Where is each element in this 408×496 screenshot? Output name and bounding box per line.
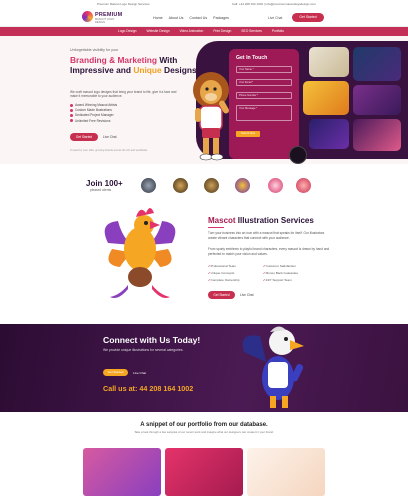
mascot-cta-button[interactable]: Get Started xyxy=(208,291,235,299)
benefit-item: 24/7 Support Team xyxy=(263,278,323,282)
portfolio-title: A snippet of our portfolio from our data… xyxy=(140,422,268,428)
category-bar: Logo Design Website Design Video Animati… xyxy=(0,27,408,36)
portfolio-card[interactable] xyxy=(247,448,325,496)
clients-count-title: Join 100+ xyxy=(86,179,123,188)
portfolio-description: Take a look through a few samples of our… xyxy=(134,430,274,434)
connect-live-chat-link[interactable]: Live Chat xyxy=(133,371,146,375)
connect-cta-button[interactable]: Get Started xyxy=(103,369,128,376)
contact-form: Get In Touch Your Name * Your Email * Ph… xyxy=(229,49,299,159)
client-logo xyxy=(296,178,311,193)
message-field[interactable]: Your Message * xyxy=(236,105,292,121)
benefit-item: Money Back Guarantee xyxy=(263,271,323,275)
nav-contact[interactable]: Contact Us xyxy=(189,16,207,20)
mascot-services-title: Mascot Illustration Services xyxy=(208,216,314,225)
hero-live-chat-link[interactable]: Live Chat xyxy=(103,135,116,139)
header-cta-button[interactable]: Get Started xyxy=(292,13,324,22)
tile-image xyxy=(309,47,349,77)
email-field[interactable]: Your Email * xyxy=(236,79,292,86)
client-logo xyxy=(204,178,219,193)
hero-cta-button[interactable]: Get Started xyxy=(70,133,98,141)
name-field[interactable]: Your Name * xyxy=(236,66,292,73)
client-logo xyxy=(268,178,283,193)
benefit-item: Professional Team xyxy=(208,264,263,268)
portfolio-section: A snippet of our portfolio from our data… xyxy=(0,412,408,496)
logo-mark-icon xyxy=(82,11,93,22)
connect-banner: Connect with Us Today! We provide unique… xyxy=(0,324,408,412)
hero-title-a: Branding & Marketing xyxy=(70,55,158,65)
hero-portfolio-tiles xyxy=(303,47,408,152)
cat-logo-design[interactable]: Logo Design xyxy=(118,29,137,33)
lion-mascot-illustration xyxy=(193,72,229,161)
top-info-bar: Premium Mascot Logo Design Services Call… xyxy=(0,0,408,7)
connect-description: We provide unique illustrations for seve… xyxy=(103,348,184,352)
header-live-chat[interactable]: Live Chat xyxy=(268,16,282,20)
client-logo xyxy=(235,178,250,193)
hero-features: Award Winning Mascot Artists Custom Made… xyxy=(70,103,117,124)
mascot-paragraph-1: Turn your business into an icon with a m… xyxy=(208,231,325,240)
cat-seo-services[interactable]: SEO Services xyxy=(241,29,262,33)
connect-phone[interactable]: Call us at: 44 208 164 1002 xyxy=(103,384,193,393)
benefit-item: Complete Ownership xyxy=(208,278,263,282)
hero-eyebrow: Unforgettable visibility for your xyxy=(70,48,119,52)
eagle-mascot-illustration xyxy=(242,326,304,408)
form-submit-button[interactable]: Submit Now xyxy=(236,131,260,137)
cat-website-design[interactable]: Website Design xyxy=(147,29,170,33)
clients-logos-section: Join 100+ pleased clients xyxy=(0,166,408,206)
mascot-benefits-list: Professional Team Customer Satisfaction … xyxy=(208,264,323,282)
nav-packages[interactable]: Packages xyxy=(213,16,229,20)
hero-feature: Unlimited Free Revisions xyxy=(70,119,117,124)
site-header: PREMIUM MASCOT LOGO DESIGN Home About Us… xyxy=(0,7,408,27)
hero-title: Branding & Marketing With Impressive and… xyxy=(70,55,200,75)
cat-video-animation[interactable]: Video Animation xyxy=(180,29,204,33)
logo-subtitle: MASCOT LOGO DESIGN xyxy=(95,18,115,24)
hero-title-c: Unique xyxy=(133,65,162,75)
benefit-item: Customer Satisfaction xyxy=(263,264,323,268)
top-info-right[interactable]: Call: +44 208 164 1002 | info@premiummas… xyxy=(232,2,316,6)
tile-image xyxy=(353,47,401,81)
hero-footnote: Trusted by over 100+ growing brands acro… xyxy=(70,149,148,152)
form-title: Get In Touch xyxy=(236,55,268,61)
connect-title: Connect with Us Today! xyxy=(103,335,201,345)
hero-description: We craft mascot logo designs that bring … xyxy=(70,90,177,99)
site-logo[interactable]: PREMIUM MASCOT LOGO DESIGN xyxy=(82,11,122,24)
cat-print-design[interactable]: Print Design xyxy=(213,29,231,33)
scroll-badge[interactable] xyxy=(289,146,307,164)
tile-image xyxy=(353,119,401,151)
nav-about[interactable]: About Us xyxy=(169,16,184,20)
tile-image xyxy=(309,119,349,149)
cat-portfolio[interactable]: Portfolio xyxy=(272,29,284,33)
mascot-services-section: Mascot Illustration Services Turn your b… xyxy=(0,206,408,324)
title-underline xyxy=(208,227,224,229)
benefit-item: Unique Concepts xyxy=(208,271,263,275)
tile-image xyxy=(353,85,401,115)
mascot-paragraph-2: From sporty emblems to playful brand cha… xyxy=(208,247,330,256)
tile-image xyxy=(303,81,349,115)
client-logo xyxy=(141,178,156,193)
mascot-live-chat-link[interactable]: Live Chat xyxy=(240,293,253,297)
portfolio-card[interactable] xyxy=(83,448,161,496)
nav-home[interactable]: Home xyxy=(153,16,163,20)
client-logo xyxy=(173,178,188,193)
portfolio-card[interactable] xyxy=(165,448,243,496)
main-nav: Home About Us Contact Us Packages xyxy=(153,16,229,20)
top-info-left: Premium Mascot Logo Design Services xyxy=(97,2,150,6)
phone-field[interactable]: Phone Number * xyxy=(236,92,292,99)
clients-count-subtitle: pleased clients xyxy=(90,188,112,192)
